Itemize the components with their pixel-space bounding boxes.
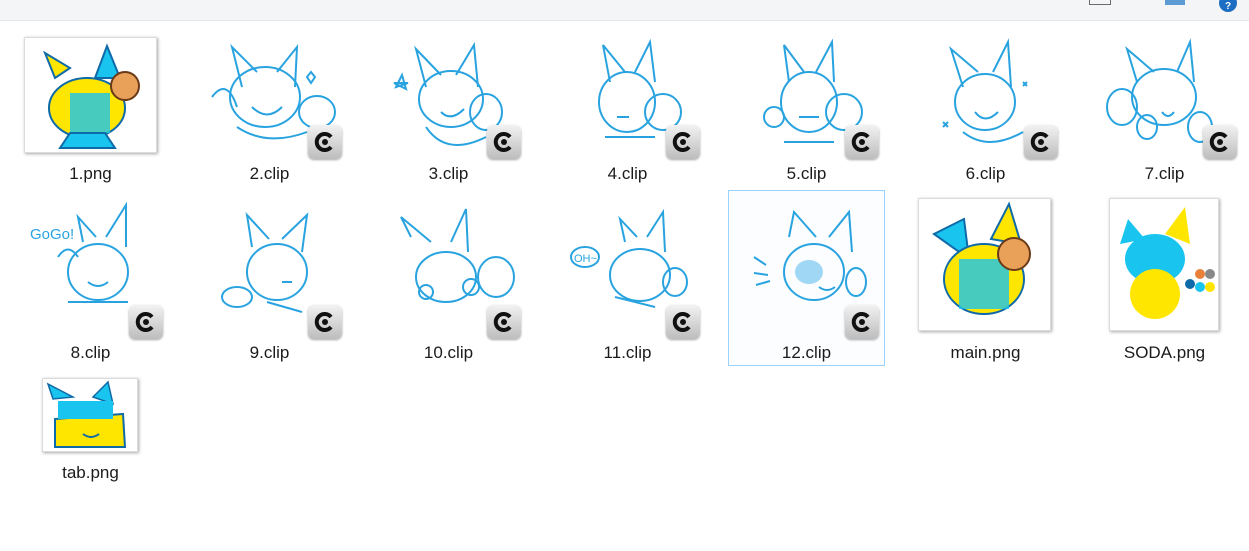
clip-thumbnail: OH~ [565,197,696,317]
png-thumbnail [1109,198,1219,331]
clip-studio-icon [845,305,879,339]
file-item[interactable]: 4.clip [549,30,706,206]
file-name: 1.png [69,164,112,183]
file-name: main.png [950,343,1021,362]
clip-thumbnail [386,197,517,317]
clip-studio-icon [666,125,700,159]
oh-text: OH~ [574,253,597,265]
clip-thumbnail [207,197,338,317]
file-name: 4.clip [607,164,648,183]
png-thumbnail [24,37,157,153]
png-thumbnail [42,378,138,452]
file-name: 12.clip [781,343,832,362]
file-item[interactable]: 1.png [12,30,169,206]
file-name: 10.clip [423,343,474,362]
details-view-icon[interactable] [1089,0,1111,5]
file-item[interactable]: 5.clip [728,30,885,206]
file-name: 6.clip [965,164,1006,183]
clip-studio-icon [487,305,521,339]
file-item[interactable]: main.png [907,190,1064,366]
clip-studio-icon [1024,125,1058,159]
clip-studio-icon [845,125,879,159]
file-item[interactable]: GoGo! 8.clip [12,190,169,366]
clip-studio-icon [666,305,700,339]
clip-studio-icon [487,125,521,159]
clip-studio-icon [129,305,163,339]
help-icon[interactable]: ? [1219,0,1237,12]
file-name: 11.clip [603,343,652,362]
file-item[interactable]: tab.png [12,372,169,548]
file-name: 5.clip [786,164,827,183]
clip-thumbnail [744,197,875,317]
file-name: 9.clip [249,343,290,362]
file-item[interactable]: SODA.png [1086,190,1243,366]
file-name: 7.clip [1144,164,1185,183]
file-name: SODA.png [1123,343,1206,362]
file-item[interactable]: OH~ 11.clip [549,190,706,366]
file-name: 3.clip [428,164,469,183]
file-item-selected[interactable]: 12.clip [728,190,885,366]
clip-studio-icon [1203,125,1237,159]
tiles-view-icon[interactable] [1165,0,1185,5]
toolbar: ? [0,0,1249,21]
file-item[interactable]: 9.clip [191,190,348,366]
clip-studio-icon [308,305,342,339]
file-item[interactable]: 7.clip [1086,30,1243,206]
file-item[interactable]: 3.clip [370,30,527,206]
file-name: 8.clip [70,343,111,362]
file-item[interactable]: 2.clip [191,30,348,206]
clip-thumbnail: GoGo! [28,197,159,317]
file-name: tab.png [62,463,119,482]
file-item[interactable]: 10.clip [370,190,527,366]
clip-studio-icon [308,125,342,159]
png-thumbnail [918,198,1051,331]
gogo-text: GoGo! [30,226,74,243]
file-item[interactable]: 6.clip [907,30,1064,206]
file-name: 2.clip [249,164,290,183]
